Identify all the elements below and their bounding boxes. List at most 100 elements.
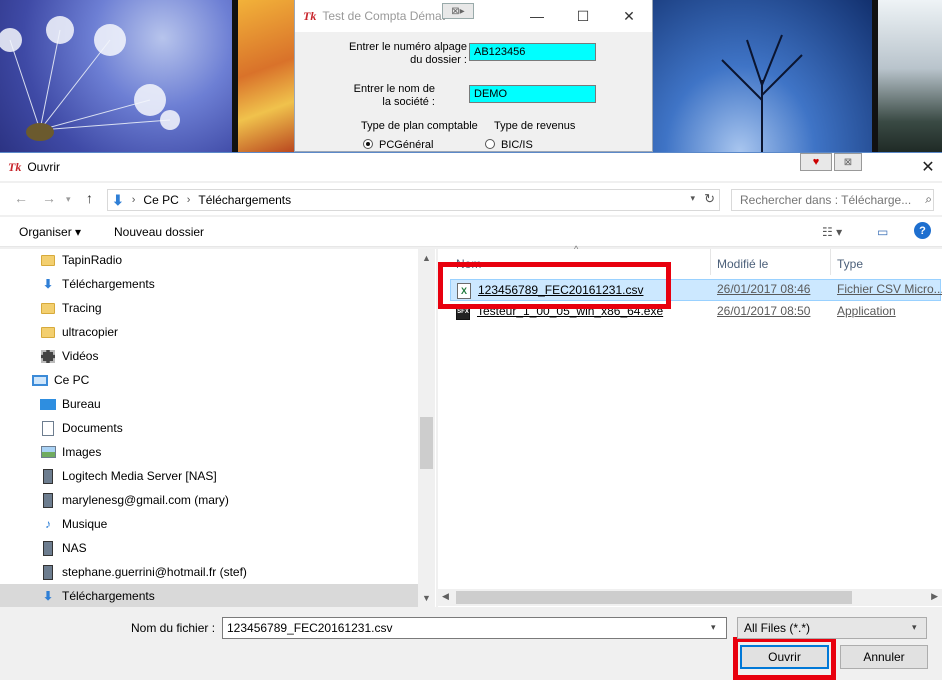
tree-item-label: Ce PC [54,373,90,387]
address-bar[interactable]: ⬇ › Ce PC › Téléchargements ▾ ↻ [107,189,720,211]
radio-pcgeneral[interactable]: PCGénéral [363,138,433,151]
tree-item-logitech-nas[interactable]: Logitech Media Server [NAS] [40,464,217,488]
folder-icon [40,324,56,340]
tree-item-telechargements[interactable]: ⬇ Téléchargements [40,272,155,296]
scroll-right-icon[interactable]: ▶ [931,591,938,602]
radio-bic-is[interactable]: BIC/IS [485,138,533,151]
dialog-close-button[interactable]: ✕ [914,153,942,181]
scrollbar-thumb[interactable] [420,417,433,469]
tree-item-label: Téléchargements [62,277,155,291]
radio-unselected-icon[interactable] [485,139,495,149]
tree-item-ultracopier[interactable]: ultracopier [40,320,118,344]
refresh-icon[interactable]: ↻ [704,191,715,207]
column-header-type[interactable]: Type [837,257,863,271]
breadcrumb-ce-pc[interactable]: Ce PC [143,193,178,207]
organize-button[interactable]: Organiser ▾ [19,225,81,239]
navigation-tree: TapinRadio ⬇ Téléchargements Tracing ult… [0,249,436,607]
column-header-modified[interactable]: Modifié le [717,257,768,271]
search-input[interactable] [731,189,934,211]
revenus-title: Type de revenus [494,120,576,132]
file-modified: 26/01/2017 08:46 [717,282,811,296]
recent-dropdown-icon[interactable]: ▾ [66,194,71,205]
filename-dropdown-icon[interactable]: ▾ [711,622,716,633]
filename-input[interactable] [222,617,727,639]
tree-item-label: NAS [62,541,87,555]
tree-scrollbar[interactable]: ▲ ▼ [418,249,435,607]
tree-item-musique[interactable]: ♪ Musique [40,512,107,536]
scroll-down-icon[interactable]: ▼ [422,593,431,603]
open-button[interactable]: Ouvrir [740,645,829,669]
maximize-icon[interactable]: ☐ [560,0,606,32]
new-folder-button[interactable]: Nouveau dossier [114,225,204,239]
dossier-label-line1: Entrer le numéro alpage [348,41,467,53]
plan-comptable-title: Type de plan comptable [361,120,478,132]
music-icon: ♪ [45,517,51,531]
column-divider[interactable] [710,249,711,275]
folder-icon [40,252,56,268]
scroll-left-icon[interactable]: ◀ [442,591,449,602]
wallpaper-dandelion [0,0,232,152]
tree-item-videos[interactable]: Vidéos [40,344,98,368]
tree-item-nas[interactable]: NAS [40,536,87,560]
breadcrumb-telechargements[interactable]: Téléchargements [198,193,291,207]
societe-input[interactable]: DEMO [469,85,596,103]
tk-logo-icon: Tk [8,159,22,174]
cancel-button[interactable]: Annuler [840,645,928,669]
file-type: Fichier CSV Micro... [837,282,942,296]
societe-label: Entrer le nom de la société : [335,83,435,109]
heart-folder-icon[interactable]: ♥ [800,153,832,171]
tree-item-ce-pc[interactable]: Ce PC [32,368,89,392]
tree-item-label: Téléchargements [62,589,155,603]
file-type-filter[interactable]: All Files (*.*) [737,617,927,639]
download-icon: ⬇ [42,589,54,603]
desktop-icon [40,396,56,412]
help-icon[interactable]: ? [914,222,931,239]
network-drive-icon [40,540,56,556]
navigation-bar: ← → ▾ ↑ ⬇ › Ce PC › Téléchargements ▾ ↻ … [0,183,942,215]
test-compta-window: Tk Test de Compta Démat ⊠▸ — ☐ ✕ Entrer … [294,0,653,152]
network-drive-icon [40,492,56,508]
dossier-input[interactable]: AB123456 [469,43,596,61]
societe-label-line2: la société : [382,96,435,108]
pin-icon[interactable]: ⊠▸ [442,3,474,19]
tree-item-tapinradio[interactable]: TapinRadio [40,249,122,272]
scroll-up-icon[interactable]: ▲ [422,253,431,263]
view-options-icon[interactable]: ☷ ▾ [822,225,842,239]
tree-item-label: Musique [62,517,108,531]
breadcrumb-separator-icon: › [186,194,191,206]
tree-item-label: marylenesg@gmail.com (mary) [62,493,229,507]
breadcrumb-separator-icon: › [131,194,136,206]
dandelion-art [0,16,180,141]
pc-icon [32,372,48,388]
back-arrow-icon[interactable]: ← [14,190,28,206]
column-divider[interactable] [830,249,831,275]
filename-label: Nom du fichier : [131,621,216,635]
tree-item-mary[interactable]: marylenesg@gmail.com (mary) [40,488,229,512]
close-icon[interactable]: ✕ [606,0,652,32]
tree-item-label: stephane.guerrini@hotmail.fr (stef) [62,565,247,579]
tree-item-images[interactable]: Images [40,440,101,464]
scrollbar-thumb[interactable] [456,591,852,604]
tree-item-bureau[interactable]: Bureau [40,392,101,416]
dossier-label-line2: du dossier : [410,54,467,66]
filter-dropdown-icon[interactable]: ▾ [912,622,917,633]
search-icon[interactable]: ⌕ [925,192,932,207]
file-modified: 26/01/2017 08:50 [717,304,811,318]
radio-selected-icon[interactable] [363,139,373,149]
tree-item-documents[interactable]: Documents [40,416,123,440]
tree-item-telechargements-selected[interactable]: ⬇ Téléchargements [0,584,418,607]
preview-pane-icon[interactable]: ▭ [877,225,888,239]
tree-item-tracing[interactable]: Tracing [40,296,102,320]
minimize-icon[interactable]: — [514,0,560,32]
tree-item-stef[interactable]: stephane.guerrini@hotmail.fr (stef) [40,560,247,584]
file-list-hscrollbar[interactable]: ◀ ▶ [438,589,942,606]
pin-icon[interactable]: ⊠ [834,153,862,171]
up-arrow-icon[interactable]: ↑ [86,190,93,206]
tree-item-label: Logitech Media Server [NAS] [62,469,217,483]
dialog-title: Ouvrir [27,160,61,174]
documents-icon [40,420,56,436]
test-compta-titlebar[interactable]: Tk Test de Compta Démat ⊠▸ — ☐ ✕ [295,0,652,32]
forward-arrow-icon[interactable]: → [42,190,56,206]
tree-item-label: ultracopier [62,325,119,339]
address-dropdown-icon[interactable]: ▾ [690,193,695,204]
